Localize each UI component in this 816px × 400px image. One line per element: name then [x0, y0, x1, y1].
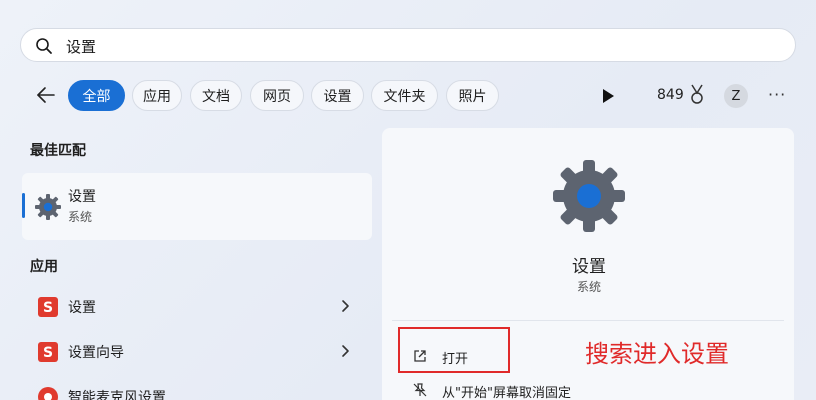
chevron-right-icon[interactable]: [340, 344, 350, 358]
filter-chip-documents[interactable]: 文档: [190, 80, 242, 111]
mic-settings-icon: [38, 387, 58, 400]
rewards-points: 849: [657, 87, 684, 103]
selection-indicator: [22, 193, 25, 218]
more-options-icon[interactable]: ···: [768, 86, 786, 104]
best-match-title: 设置: [68, 189, 96, 205]
app-label: 设置: [68, 300, 96, 316]
play-icon[interactable]: [601, 88, 615, 104]
search-input[interactable]: 设置: [66, 36, 96, 57]
annotation-text: 搜索进入设置: [585, 340, 729, 368]
svg-text:S: S: [43, 300, 53, 316]
app-s-icon: S: [38, 342, 58, 362]
search-bar[interactable]: 设置: [20, 28, 796, 62]
open-action-label[interactable]: 打开: [442, 348, 468, 367]
filter-chip-all[interactable]: 全部: [68, 80, 125, 111]
filter-chip-settings[interactable]: 设置: [311, 80, 364, 111]
gear-icon: [553, 160, 625, 232]
best-match-result[interactable]: [22, 173, 372, 240]
gear-icon: [35, 194, 61, 220]
back-arrow-icon[interactable]: [35, 84, 57, 106]
search-icon: [36, 38, 52, 54]
avatar[interactable]: Z: [724, 84, 748, 108]
app-label: 设置向导: [68, 345, 124, 361]
app-label: 智能麦克风设置: [68, 390, 166, 400]
filter-chip-web[interactable]: 网页: [250, 80, 304, 111]
filter-chip-apps[interactable]: 应用: [132, 80, 182, 111]
best-match-heading: 最佳匹配: [30, 143, 86, 159]
unpin-icon[interactable]: [413, 383, 427, 397]
svg-text:S: S: [43, 345, 53, 361]
detail-subtitle: 系统: [576, 280, 601, 294]
app-result-setup-wizard[interactable]: S 设置向导: [22, 332, 372, 372]
app-result-settings[interactable]: S 设置: [22, 287, 372, 327]
divider: [392, 320, 784, 321]
filter-chip-photos[interactable]: 照片: [446, 80, 499, 111]
filter-chip-folders[interactable]: 文件夹: [371, 80, 438, 111]
chevron-right-icon[interactable]: [340, 299, 350, 313]
apps-heading: 应用: [30, 259, 58, 275]
best-match-subtitle: 系统: [68, 210, 93, 224]
app-result-mic-settings[interactable]: 智能麦克风设置: [22, 377, 372, 400]
unpin-action-label[interactable]: 从"开始"屏幕取消固定: [442, 382, 571, 400]
open-icon[interactable]: [413, 349, 427, 363]
medal-icon[interactable]: [688, 84, 706, 106]
detail-title: 设置: [572, 257, 606, 277]
app-s-icon: S: [38, 297, 58, 317]
